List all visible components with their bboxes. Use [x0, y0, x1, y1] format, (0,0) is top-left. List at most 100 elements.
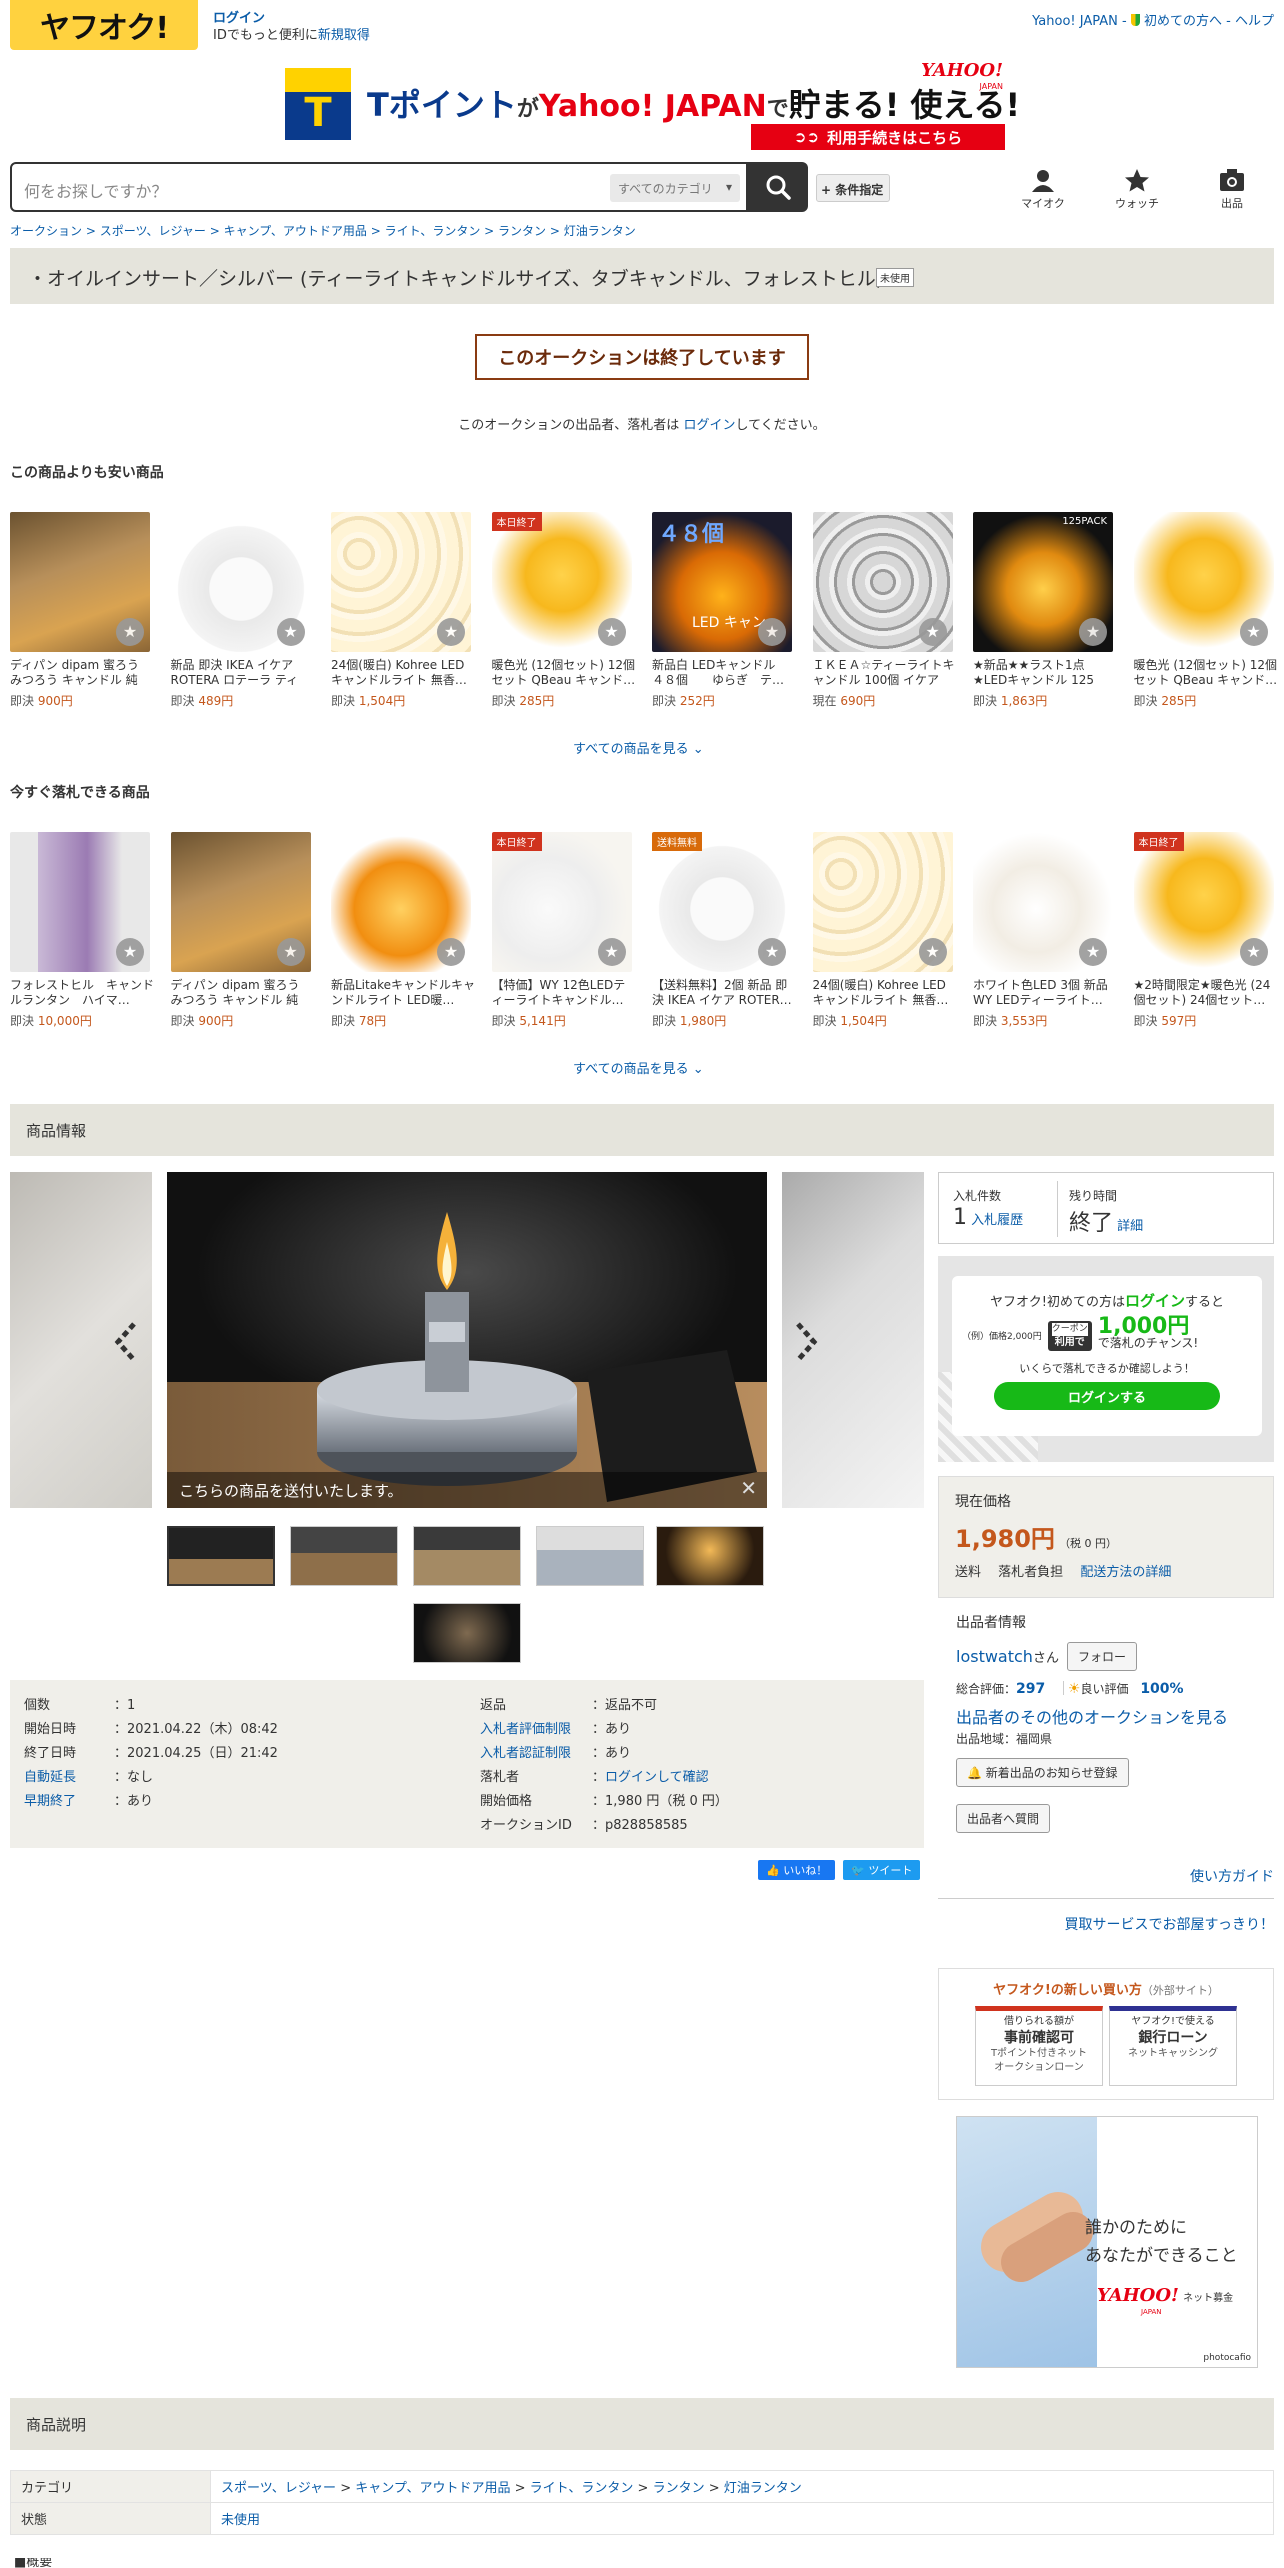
product-card[interactable]: 本日終了 ★ 暖色光 (12個セット) 12個セット QBeau キャンド… 即決 2…: [491, 512, 636, 709]
product-card[interactable]: ★ 24個(暖白) Kohree LED キャンドルライト 無香… 即決 1,504…: [331, 512, 475, 709]
product-image[interactable]: 送料無料 ★: [652, 832, 792, 972]
watch-star-icon[interactable]: ★: [276, 618, 305, 646]
watch-star-icon[interactable]: ★: [918, 618, 947, 646]
gallery-main-image[interactable]: こちらの商品を送付いたします。 ✕: [167, 1172, 767, 1508]
product-image[interactable]: ★: [812, 832, 953, 972]
loan-card-2[interactable]: ヤフオク!で使える 銀行ローン ネットキャッシング: [1109, 2006, 1237, 2086]
promo-login-button[interactable]: ログインする: [994, 1382, 1220, 1410]
product-image[interactable]: ★: [973, 832, 1113, 972]
search-button[interactable]: [748, 162, 808, 212]
tpoint-banner[interactable]: T TポイントがYahoo! JAPANで貯まる! 使える! YAHOO! JA…: [285, 60, 1020, 152]
gallery-prev-image[interactable]: [10, 1172, 152, 1508]
banner-cta-button[interactable]: ➲➲ 利用手続きはこちら: [751, 124, 1005, 150]
product-name[interactable]: 新品白 LEDキャンドル ４８個 ゆらぎ テ…: [652, 658, 796, 688]
loan-card-1[interactable]: 借りられる額が 事前確認可 Tポイント付きネット オークションローン: [975, 2006, 1103, 2086]
product-image[interactable]: ★: [812, 512, 953, 652]
product-card[interactable]: ★ 新品Litakeキャンドルキャンドルライト LED暖… 即決 78円: [331, 832, 475, 1029]
product-name[interactable]: フォレストヒル キャンドルランタン ハイマ…: [10, 978, 154, 1008]
detail-value[interactable]: ログインして確認: [605, 1766, 709, 1790]
breadcrumb-item[interactable]: スポーツ、レジャー: [100, 224, 206, 238]
buyback-service-link[interactable]: 買取サービスでお部屋すっきり！: [1065, 1914, 1274, 1934]
usage-guide-link[interactable]: 使い方ガイド: [1190, 1866, 1274, 1886]
product-card[interactable]: ★ 新品 即決 IKEA イケア ROTERA ロテーラ ティー… 即決 489円: [170, 512, 315, 709]
follow-button[interactable]: フォロー: [1066, 1642, 1137, 1671]
rating-link[interactable]: 297: [1016, 1681, 1045, 1697]
category-link[interactable]: 灯油ランタン: [724, 2481, 802, 2496]
product-card[interactable]: ★ フォレストヒル キャンドルランタン ハイマ… 即決 10,000円: [10, 832, 154, 1029]
product-name[interactable]: 新品 即決 IKEA イケア ROTERA ロテーラ ティー…: [171, 658, 315, 688]
product-card[interactable]: ★ 暖色光 (12個セット) 12個セット QBeau キャンド… 即決 285円: [1133, 512, 1278, 709]
breadcrumb-item[interactable]: ライト、ランタン: [385, 224, 481, 238]
product-card[interactable]: 125PACK ★ ★新品★★ラスト1点★LEDキャンドル 125 個… 即決 1,8…: [973, 512, 1117, 709]
gallery-thumb[interactable]: [656, 1526, 764, 1586]
product-image[interactable]: ★: [10, 512, 150, 652]
product-card[interactable]: ★ ＩＫＥＡ☆ティーライトキャンドル 100個 イケア 現在 690円: [812, 512, 957, 709]
seller-other-auctions-link[interactable]: 出品者のその他のオークションを見る: [956, 1704, 1228, 1728]
watch-star-icon[interactable]: ★: [1079, 618, 1107, 646]
product-card[interactable]: ４８個 LED キャン ★ 新品白 LEDキャンドル ４８個 ゆらぎ テ… 即決 252…: [652, 512, 796, 709]
product-name[interactable]: 【送料無料】2個 新品 即決 IKEA イケア ROTER…: [652, 978, 796, 1008]
condition-button[interactable]: + 条件指定: [816, 174, 890, 202]
watch-star-icon[interactable]: ★: [116, 938, 144, 966]
product-image[interactable]: ★: [170, 832, 311, 972]
seller-name-link[interactable]: lostwatch: [956, 1647, 1033, 1666]
watch-star-icon[interactable]: ★: [1239, 618, 1268, 646]
cheaper-see-all-link[interactable]: すべての商品を見る ⌄: [573, 738, 704, 757]
product-card[interactable]: ★ ディパン dipam 蜜ろう みつろう キャンドル 純粋… 即決 900円: [170, 832, 315, 1029]
product-name[interactable]: 【特価】WY 12色LEDティーライトキャンドル…: [492, 978, 636, 1008]
product-name[interactable]: 新品Litakeキャンドルキャンドルライト LED暖…: [331, 978, 475, 1008]
product-card[interactable]: 本日終了 ★ ★2時間限定★暖色光 (24個セット) 24個セット… 即決 597円: [1133, 832, 1278, 1029]
watch-star-icon[interactable]: ★: [758, 938, 786, 966]
detail-label[interactable]: 入札者認証制限: [480, 1742, 592, 1766]
next-arrow-icon[interactable]: [794, 1322, 818, 1362]
close-icon[interactable]: ✕: [740, 1476, 757, 1500]
watch-star-icon[interactable]: ★: [758, 618, 786, 646]
watch-star-icon[interactable]: ★: [276, 938, 305, 966]
product-name[interactable]: 暖色光 (12個セット) 12個セット QBeau キャンド…: [1134, 658, 1278, 688]
tweet-button[interactable]: 🐦 ツイート: [843, 1860, 921, 1880]
product-image[interactable]: 本日終了 ★: [1133, 832, 1274, 972]
product-name[interactable]: 24個(暖白) Kohree LED キャンドルライト 無香…: [813, 978, 957, 1008]
detail-label[interactable]: 早期終了: [24, 1790, 114, 1814]
detail-label[interactable]: 自動延長: [24, 1766, 114, 1790]
product-card[interactable]: ★ ホワイト色LED 3個 新品 WY LEDティーライト… 即決 3,553円: [973, 832, 1117, 1029]
watch-star-icon[interactable]: ★: [116, 618, 144, 646]
category-link[interactable]: ライト、ランタン: [530, 2481, 634, 2496]
state-link[interactable]: 未使用: [221, 2513, 260, 2528]
gallery-thumb[interactable]: [413, 1526, 521, 1586]
bid-history-link[interactable]: 入札履歴: [971, 1213, 1023, 1228]
product-name[interactable]: ＩＫＥＡ☆ティーライトキャンドル 100個 イケア: [813, 658, 957, 688]
gallery-thumb[interactable]: [413, 1603, 521, 1663]
promo-login-link[interactable]: ログイン: [1125, 1292, 1185, 1310]
product-name[interactable]: ディパン dipam 蜜ろう みつろう キャンドル 純粋…: [171, 978, 315, 1008]
watch-star-icon[interactable]: ★: [597, 938, 626, 966]
category-select[interactable]: すべてのカテゴリ ▾: [610, 174, 740, 202]
category-link[interactable]: ランタン: [653, 2481, 705, 2496]
product-image[interactable]: 125PACK ★: [973, 512, 1113, 652]
product-image[interactable]: ★: [10, 832, 150, 972]
product-image[interactable]: 本日終了 ★: [491, 512, 632, 652]
ended-login-link[interactable]: ログイン: [683, 418, 735, 433]
prev-arrow-icon[interactable]: [114, 1322, 138, 1362]
beginner-link[interactable]: 初めての方へ: [1144, 14, 1222, 29]
remaining-detail-link[interactable]: 詳細: [1117, 1219, 1143, 1234]
watch-star-icon[interactable]: ★: [1079, 938, 1107, 966]
product-image[interactable]: ★: [1133, 512, 1274, 652]
product-card[interactable]: ★ ディパン dipam 蜜ろう みつろう キャンドル 純粋… 即決 900円: [10, 512, 154, 709]
sell-button[interactable]: 出品: [1202, 168, 1262, 211]
help-link[interactable]: ヘルプ: [1235, 14, 1274, 29]
gallery-thumb[interactable]: [290, 1526, 398, 1586]
product-card[interactable]: 本日終了 ★ 【特価】WY 12色LEDティーライトキャンドル… 即決 5,141円: [491, 832, 636, 1029]
watch-button[interactable]: ウォッチ: [1107, 168, 1167, 211]
watch-star-icon[interactable]: ★: [597, 618, 626, 646]
product-name[interactable]: ディパン dipam 蜜ろう みつろう キャンドル 純粋…: [10, 658, 154, 688]
product-name[interactable]: 暖色光 (12個セット) 12個セット QBeau キャンド…: [492, 658, 636, 688]
product-card[interactable]: ★ 24個(暖白) Kohree LED キャンドルライト 無香… 即決 1,504…: [812, 832, 957, 1029]
notify-new-listing-button[interactable]: 🔔 新着出品のお知らせ登録: [956, 1758, 1129, 1787]
category-link[interactable]: キャンプ、アウトドア用品: [355, 2481, 510, 2496]
shipping-detail-link[interactable]: 配送方法の詳細: [1080, 1565, 1171, 1580]
product-image[interactable]: ★: [170, 512, 311, 652]
watch-star-icon[interactable]: ★: [437, 938, 465, 966]
yahuoku-logo[interactable]: ヤフオク!: [10, 0, 198, 50]
facebook-like-button[interactable]: 👍 いいね！: [758, 1860, 836, 1880]
